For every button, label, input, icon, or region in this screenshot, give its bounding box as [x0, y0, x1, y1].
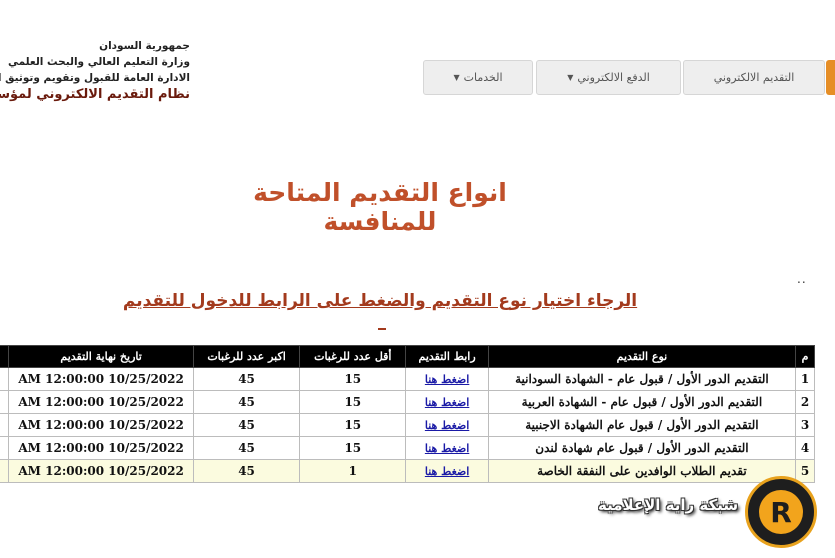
cell-type: التقديم الدور الأول / قبول عام - الشهادة… — [487, 390, 797, 414]
divider-dash — [378, 328, 386, 330]
cell-num: 5 — [795, 459, 815, 483]
apply-link[interactable]: اضغط هنا — [425, 373, 469, 386]
col-header-end-date: تاريخ نهاية التقديم — [8, 345, 194, 368]
cell-end-date: 10/25/2022 12:00:00 AM — [8, 436, 194, 460]
dots-text: .. — [797, 272, 807, 286]
cell-link: اضغط هنا — [405, 459, 489, 483]
nav-tab-services[interactable]: الخدمات ▼ — [423, 60, 533, 95]
cell-min: 15 — [299, 367, 407, 391]
caret-down-icon: ▼ — [453, 73, 460, 82]
cell-max: 45 — [192, 413, 301, 437]
cell-num: 1 — [795, 367, 815, 391]
active-tab-edge[interactable] — [826, 60, 835, 95]
watermark-text: شبكة راية الإعلامية — [598, 496, 739, 514]
cell-type: التقديم الدور الأول / قبول عام الشهادة ا… — [487, 413, 797, 437]
col-header-extra — [0, 345, 10, 368]
nav-tab-electronic-payment[interactable]: الدفع الالكتروني ▼ — [536, 60, 681, 95]
cell-max: 45 — [192, 390, 301, 414]
col-header-type: نوع التقديم — [487, 345, 797, 368]
logo-letter: R — [759, 490, 803, 534]
apply-link[interactable]: اضغط هنا — [425, 442, 469, 455]
instruction-text: الرجاء اختيار نوع التقديم والضغط على الر… — [122, 291, 638, 311]
col-header-min: أقل عدد للرغبات — [299, 345, 407, 368]
nav-tab-label: التقديم الالكتروني — [713, 71, 795, 84]
cell-end-date: 10/25/2022 12:00:00 AM — [8, 413, 194, 437]
cell-type: التقديم الدور الأول / قبول عام شهادة لند… — [487, 436, 797, 460]
apply-link[interactable]: اضغط هنا — [425, 419, 469, 432]
table-row: 3 التقديم الدور الأول / قبول عام الشهادة… — [0, 413, 815, 437]
header-system-title: نظام التقديم الالكتروني لمؤسسات — [0, 87, 190, 102]
raya-logo-icon: R — [745, 476, 817, 548]
col-header-num: م — [795, 345, 815, 368]
page-title: انواع التقديم المتاحة للمنافسة — [253, 178, 507, 236]
cell-extra — [0, 390, 10, 414]
cell-link: اضغط هنا — [405, 413, 489, 437]
col-header-max: اكبر عدد للرغبات — [192, 345, 301, 368]
table-header-row: م نوع التقديم رابط التقديم أقل عدد للرغب… — [0, 345, 815, 368]
col-header-link: رابط التقديم — [405, 345, 489, 368]
cell-end-date: 10/25/2022 12:00:00 AM — [8, 459, 194, 483]
cell-max: 45 — [192, 367, 301, 391]
cell-end-date: 10/25/2022 12:00:00 AM — [8, 367, 194, 391]
cell-min: 1 — [299, 459, 407, 483]
cell-link: اضغط هنا — [405, 367, 489, 391]
cell-link: اضغط هنا — [405, 390, 489, 414]
cell-type: تقديم الطلاب الوافدين على النفقة الخاصة — [487, 459, 797, 483]
table-row: 5 تقديم الطلاب الوافدين على النفقة الخاص… — [0, 459, 815, 483]
cell-min: 15 — [299, 413, 407, 437]
table-row: 2 التقديم الدور الأول / قبول عام - الشها… — [0, 390, 815, 414]
cell-min: 15 — [299, 436, 407, 460]
application-types-table: م نوع التقديم رابط التقديم أقل عدد للرغب… — [0, 345, 815, 483]
cell-extra — [0, 459, 10, 483]
cell-type: التقديم الدور الأول / قبول عام - الشهادة… — [487, 367, 797, 391]
cell-max: 45 — [192, 459, 301, 483]
cell-max: 45 — [192, 436, 301, 460]
apply-link[interactable]: اضغط هنا — [425, 465, 469, 478]
cell-link: اضغط هنا — [405, 436, 489, 460]
cell-extra — [0, 413, 10, 437]
table-row: 4 التقديم الدور الأول / قبول عام شهادة ل… — [0, 436, 815, 460]
nav-tab-label: الدفع الالكتروني — [577, 71, 650, 84]
cell-num: 3 — [795, 413, 815, 437]
header-line-department: الادارة العامة للقبول وتقويم وتوثيق الشه… — [0, 72, 190, 84]
cell-end-date: 10/25/2022 12:00:00 AM — [8, 390, 194, 414]
cell-extra — [0, 436, 10, 460]
nav-tab-electronic-apply[interactable]: التقديم الالكتروني — [683, 60, 825, 95]
table-row: 1 التقديم الدور الأول / قبول عام - الشها… — [0, 367, 815, 391]
cell-extra — [0, 367, 10, 391]
apply-link[interactable]: اضغط هنا — [425, 396, 469, 409]
cell-min: 15 — [299, 390, 407, 414]
cell-num: 2 — [795, 390, 815, 414]
header-line-country: جمهورية السودان — [99, 40, 190, 52]
nav-tab-label: الخدمات — [463, 71, 503, 84]
cell-num: 4 — [795, 436, 815, 460]
ministry-header: جمهورية السودان وزارة التعليم العالي وال… — [0, 38, 190, 104]
caret-down-icon: ▼ — [567, 73, 574, 82]
header-line-ministry: وزارة التعليم العالي والبحث العلمي — [7, 56, 190, 68]
